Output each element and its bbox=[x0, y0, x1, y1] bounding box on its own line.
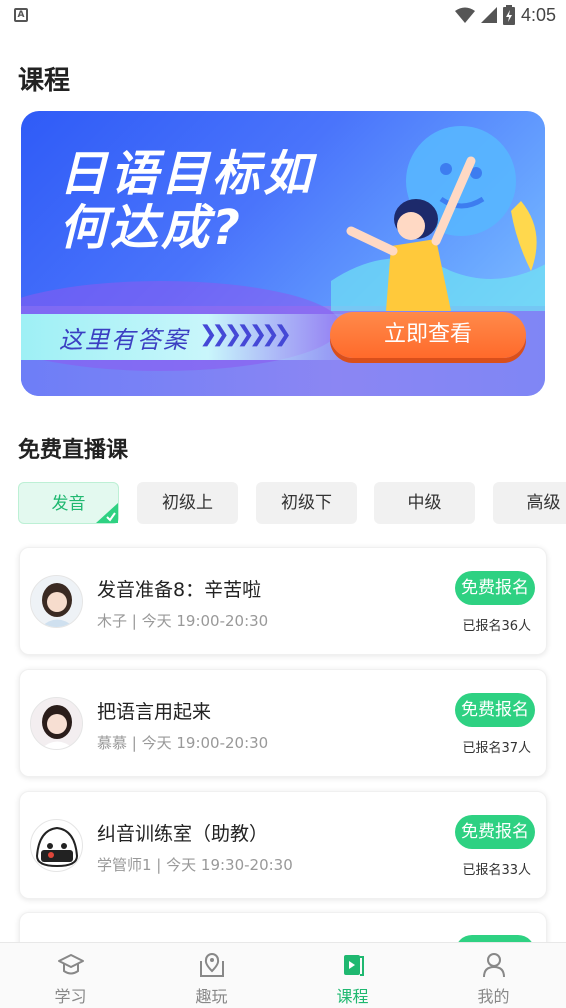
app-notification-icon: A bbox=[14, 8, 28, 22]
free-enroll-button[interactable]: 免费报名 bbox=[455, 815, 535, 849]
course-card[interactable]: 纠音训练室（助教） 学管师1 | 今天 19:30-20:30 免费报名 已报名… bbox=[19, 791, 547, 899]
tab-beginner-1[interactable]: 初级上 bbox=[137, 482, 238, 524]
tab-label: 中级 bbox=[407, 493, 442, 513]
map-pin-icon bbox=[200, 953, 224, 977]
check-icon bbox=[96, 503, 118, 523]
status-icons: 4:05 bbox=[454, 4, 556, 26]
cell-signal-icon bbox=[480, 7, 497, 23]
nav-label: 课程 bbox=[336, 987, 369, 1006]
nav-item-fun[interactable]: 趣玩 bbox=[141, 943, 282, 1008]
user-icon bbox=[483, 953, 505, 978]
course-title: 纠音训练室（助教） bbox=[97, 823, 269, 845]
nav-item-courses[interactable]: 课程 bbox=[282, 943, 423, 1008]
enrolled-count: 已报名37人 bbox=[462, 741, 531, 756]
tab-advanced[interactable]: 高级 bbox=[493, 482, 566, 524]
teacher-avatar bbox=[30, 697, 83, 750]
tab-intermediate[interactable]: 中级 bbox=[374, 482, 475, 524]
promo-banner[interactable]: 日语目标如何达成? 这里有答案 ❯❯❯❯❯❯❯ 立即查看 bbox=[21, 111, 545, 396]
course-subtitle: 木子 | 今天 19:00-20:30 bbox=[97, 612, 269, 630]
bottom-navigation: 学习 趣玩 课程 我的 bbox=[0, 942, 566, 1008]
rice-ball-avatar bbox=[30, 819, 83, 872]
section-title-free-live: 免费直播课 bbox=[18, 438, 129, 463]
graduation-cap-icon bbox=[58, 954, 84, 975]
banner-strip-text: 这里有答案 bbox=[59, 326, 189, 354]
clock: 4:05 bbox=[520, 4, 556, 25]
enrolled-count: 已报名33人 bbox=[462, 863, 531, 878]
course-card[interactable]: 把语言用起来 慕慕 | 今天 19:00-20:30 免费报名 已报名37人 bbox=[19, 669, 547, 777]
course-title: 发音准备8：辛苦啦 bbox=[97, 579, 262, 601]
course-card[interactable]: 发音准备8：辛苦啦 木子 | 今天 19:00-20:30 免费报名 已报名36… bbox=[19, 547, 547, 655]
wifi-icon bbox=[454, 7, 475, 23]
battery-icon bbox=[502, 5, 515, 25]
course-subtitle: 慕慕 | 今天 19:00-20:30 bbox=[97, 734, 269, 752]
tab-beginner-2[interactable]: 初级下 bbox=[256, 482, 357, 524]
tab-label: 高级 bbox=[526, 493, 561, 513]
enrolled-count: 已报名36人 bbox=[462, 619, 531, 634]
status-bar: A 4:05 bbox=[0, 0, 566, 32]
tab-label: 初级下 bbox=[281, 493, 332, 513]
course-subtitle: 学管师1 | 今天 19:30-20:30 bbox=[97, 856, 293, 874]
chevron-right-icon: ❯❯❯❯❯❯❯ bbox=[199, 322, 292, 347]
view-now-button[interactable]: 立即查看 bbox=[330, 312, 526, 358]
level-tabs: 发音 初级上 初级下 中级 高级 bbox=[18, 482, 566, 524]
nav-label: 趣玩 bbox=[195, 987, 228, 1006]
video-book-icon bbox=[344, 955, 364, 976]
nav-label: 学习 bbox=[54, 987, 87, 1006]
page-title: 课程 bbox=[18, 66, 71, 96]
nav-item-study[interactable]: 学习 bbox=[0, 943, 141, 1008]
course-title: 把语言用起来 bbox=[97, 701, 212, 723]
teacher-avatar bbox=[30, 575, 83, 628]
free-enroll-button[interactable]: 免费报名 bbox=[455, 693, 535, 727]
tab-label: 发音 bbox=[51, 494, 86, 514]
tab-label: 初级上 bbox=[162, 493, 213, 513]
nav-item-me[interactable]: 我的 bbox=[423, 943, 564, 1008]
tab-pronunciation[interactable]: 发音 bbox=[18, 482, 119, 524]
nav-label: 我的 bbox=[477, 987, 510, 1006]
banner-headline: 日语目标如何达成? bbox=[59, 146, 315, 256]
free-enroll-button[interactable]: 免费报名 bbox=[455, 571, 535, 605]
